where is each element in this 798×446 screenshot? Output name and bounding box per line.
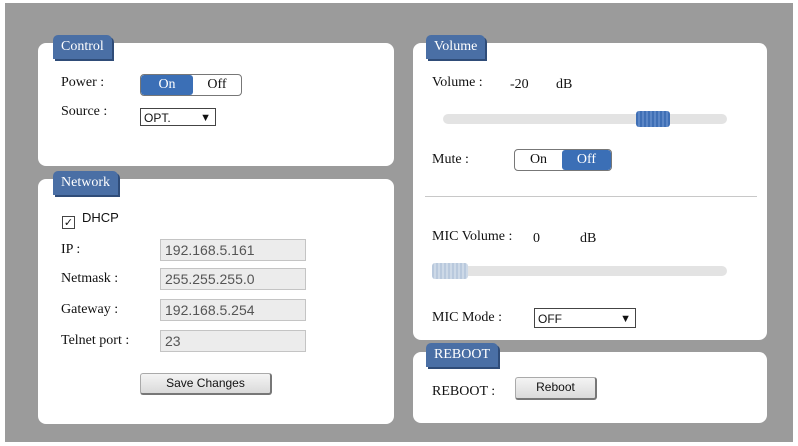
dhcp-label: DHCP xyxy=(82,210,119,225)
source-select[interactable]: OPT. ▼ xyxy=(140,108,216,126)
netmask-field[interactable]: 255.255.255.0 xyxy=(160,268,306,290)
dhcp-checkbox[interactable]: ✓ xyxy=(62,216,75,229)
power-toggle[interactable]: On Off xyxy=(140,74,242,96)
gateway-label: Gateway : xyxy=(61,302,119,317)
volume-value: -20 xyxy=(510,77,529,92)
volume-slider-track[interactable] xyxy=(443,114,727,124)
reboot-label: REBOOT : xyxy=(432,384,496,399)
mute-toggle[interactable]: On Off xyxy=(514,149,612,171)
volume-unit: dB xyxy=(556,77,573,92)
ip-label: IP : xyxy=(61,242,81,257)
source-label: Source : xyxy=(61,104,108,119)
chevron-down-icon: ▼ xyxy=(200,112,211,124)
mic-slider-handle[interactable] xyxy=(432,263,468,279)
volume-slider-handle[interactable] xyxy=(635,111,670,127)
mic-volume-label: MIC Volume : xyxy=(432,229,513,244)
mute-off-button[interactable]: Off xyxy=(562,150,611,170)
ip-field[interactable]: 192.168.5.161 xyxy=(160,239,306,261)
mic-slider-track[interactable] xyxy=(432,266,727,276)
reboot-tab: REBOOT xyxy=(426,343,498,367)
control-tab: Control xyxy=(53,35,112,59)
mute-label: Mute : xyxy=(432,152,469,167)
settings-frame: Control Power : On Off Source : OPT. ▼ N… xyxy=(5,3,793,442)
telnet-port-label: Telnet port : xyxy=(61,333,130,348)
reboot-button[interactable]: Reboot xyxy=(515,377,597,400)
netmask-label: Netmask : xyxy=(61,271,119,286)
save-changes-button[interactable]: Save Changes xyxy=(140,373,272,395)
mic-mode-select[interactable]: OFF ▼ xyxy=(534,308,636,328)
mic-volume-unit: dB xyxy=(580,231,597,246)
telnet-port-field[interactable]: 23 xyxy=(160,330,306,352)
volume-tab: Volume xyxy=(426,35,486,59)
mute-on-button[interactable]: On xyxy=(515,150,562,170)
volume-label: Volume : xyxy=(432,75,483,90)
source-select-value: OPT. xyxy=(144,111,171,125)
power-off-button[interactable]: Off xyxy=(193,75,241,95)
chevron-down-icon: ▼ xyxy=(620,313,631,325)
mic-mode-select-value: OFF xyxy=(538,312,562,326)
network-tab: Network xyxy=(53,171,118,195)
power-label: Power : xyxy=(61,75,105,90)
mic-volume-value: 0 xyxy=(533,231,540,246)
mic-mode-label: MIC Mode : xyxy=(432,310,502,325)
gateway-field[interactable]: 192.168.5.254 xyxy=(160,299,306,321)
power-on-button[interactable]: On xyxy=(141,75,193,95)
volume-divider xyxy=(425,196,757,197)
